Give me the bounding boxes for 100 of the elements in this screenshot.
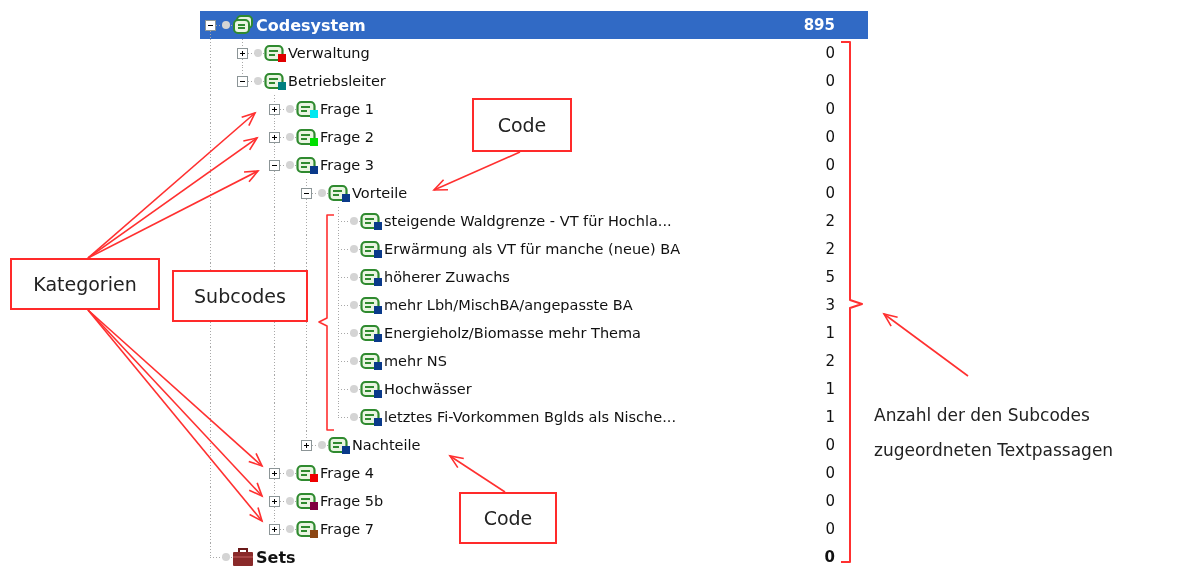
tree-row[interactable]: Frage 3 0 bbox=[264, 151, 868, 179]
node-label: Hochwässer bbox=[384, 381, 472, 397]
node-dot bbox=[254, 77, 262, 85]
node-label: Frage 1 bbox=[320, 101, 375, 117]
code-icon bbox=[360, 267, 382, 287]
node-count: 0 bbox=[825, 492, 835, 510]
node-count: 1 bbox=[825, 380, 835, 398]
expand-toggle[interactable] bbox=[269, 495, 280, 507]
code-icon bbox=[328, 435, 350, 455]
tree-row[interactable]: Erwärmung als VT für manche (neue) BA 2 bbox=[328, 235, 868, 263]
node-label: Erwärmung als VT für manche (neue) BA bbox=[384, 241, 681, 257]
node-dot bbox=[286, 105, 294, 113]
code-icon bbox=[296, 463, 318, 483]
tree-row[interactable]: letztes Fi-Vorkommen Bglds als Nische... 1 bbox=[328, 403, 868, 431]
node-count: 2 bbox=[825, 212, 835, 230]
node-count: 0 bbox=[825, 184, 835, 202]
node-dot bbox=[350, 245, 358, 253]
tree-row[interactable]: Betriebsleiter 0 bbox=[232, 67, 868, 95]
collapse-toggle[interactable] bbox=[269, 159, 280, 171]
expand-toggle[interactable] bbox=[237, 47, 248, 59]
tree-row[interactable]: Sets 0 bbox=[200, 543, 868, 571]
expand-toggle[interactable] bbox=[269, 131, 280, 143]
node-count: 2 bbox=[825, 352, 835, 370]
code-icon bbox=[360, 211, 382, 231]
node-dot bbox=[350, 385, 358, 393]
code-icon bbox=[296, 519, 318, 539]
node-label: Energieholz/Biomasse mehr Thema bbox=[384, 325, 641, 341]
node-dot bbox=[350, 301, 358, 309]
code-icon bbox=[360, 295, 382, 315]
collapse-toggle[interactable] bbox=[301, 187, 312, 199]
tree-row[interactable]: steigende Waldgrenze - VT für Hochla... 2 bbox=[328, 207, 868, 235]
node-count: 0 bbox=[825, 100, 835, 118]
tree-row[interactable]: Codesystem 895 bbox=[200, 11, 868, 39]
code-icon bbox=[360, 323, 382, 343]
tree-row[interactable]: höherer Zuwachs 5 bbox=[328, 263, 868, 291]
node-dot bbox=[286, 133, 294, 141]
expand-toggle[interactable] bbox=[301, 439, 312, 451]
node-label: Nachteile bbox=[352, 437, 421, 453]
code-icon bbox=[296, 155, 318, 175]
node-label: Betriebsleiter bbox=[288, 73, 386, 89]
callout-box: Code bbox=[472, 98, 572, 152]
code-icon bbox=[360, 379, 382, 399]
node-count: 3 bbox=[825, 296, 835, 314]
node-label: Frage 3 bbox=[320, 157, 375, 173]
node-dot bbox=[350, 273, 358, 281]
node-dot bbox=[222, 21, 230, 29]
tree-row[interactable]: Verwaltung 0 bbox=[232, 39, 868, 67]
tree-row[interactable]: Hochwässer 1 bbox=[328, 375, 868, 403]
node-label: Frage 4 bbox=[320, 465, 375, 481]
collapse-toggle[interactable] bbox=[237, 75, 248, 87]
node-count: 1 bbox=[825, 408, 835, 426]
code-icon bbox=[360, 239, 382, 259]
node-count: 0 bbox=[825, 464, 835, 482]
node-label: letztes Fi-Vorkommen Bglds als Nische... bbox=[384, 409, 677, 425]
node-label: mehr NS bbox=[384, 353, 447, 369]
node-label: Frage 5b bbox=[320, 493, 384, 509]
callout-box: Kategorien bbox=[10, 258, 160, 310]
node-count: 0 bbox=[824, 548, 835, 566]
node-dot bbox=[286, 469, 294, 477]
callout-box: Subcodes bbox=[172, 270, 308, 322]
code-icon bbox=[264, 43, 286, 63]
node-dot bbox=[318, 189, 326, 197]
node-dot bbox=[254, 49, 262, 57]
expand-toggle[interactable] bbox=[269, 467, 280, 479]
node-count: 0 bbox=[825, 436, 835, 454]
tree-row[interactable]: mehr NS 2 bbox=[328, 347, 868, 375]
node-count: 2 bbox=[825, 240, 835, 258]
tree-row[interactable]: Frage 4 0 bbox=[264, 459, 868, 487]
node-dot bbox=[286, 161, 294, 169]
expand-toggle[interactable] bbox=[269, 523, 280, 535]
node-dot bbox=[350, 329, 358, 337]
tree-row[interactable]: Nachteile 0 bbox=[296, 431, 868, 459]
node-dot bbox=[286, 497, 294, 505]
node-label: Frage 2 bbox=[320, 129, 375, 145]
node-dot bbox=[286, 525, 294, 533]
tree-row[interactable]: Energieholz/Biomasse mehr Thema 1 bbox=[328, 319, 868, 347]
arrow bbox=[448, 454, 506, 493]
node-count: 0 bbox=[825, 44, 835, 62]
node-count: 0 bbox=[825, 72, 835, 90]
collapse-toggle[interactable] bbox=[205, 19, 216, 31]
tree-row[interactable]: mehr Lbh/MischBA/angepasste BA 3 bbox=[328, 291, 868, 319]
expand-toggle[interactable] bbox=[269, 103, 280, 115]
annotation-text: Anzahl der den Subcodes zugeordneten Textpassagen bbox=[874, 404, 1115, 462]
node-count: 0 bbox=[825, 156, 835, 174]
node-count: 0 bbox=[825, 520, 835, 538]
node-count: 0 bbox=[825, 128, 835, 146]
code-icon bbox=[264, 71, 286, 91]
tree-row[interactable]: Vorteile 0 bbox=[296, 179, 868, 207]
node-count: 895 bbox=[803, 16, 835, 34]
node-count: 5 bbox=[825, 268, 835, 286]
code-icon bbox=[360, 351, 382, 371]
node-dot bbox=[222, 553, 230, 561]
node-label: Codesystem bbox=[256, 15, 366, 35]
code-icon bbox=[360, 407, 382, 427]
node-count: 1 bbox=[825, 324, 835, 342]
node-dot bbox=[350, 413, 358, 421]
code-icon bbox=[328, 183, 350, 203]
code-icon bbox=[296, 127, 318, 147]
node-label: Verwaltung bbox=[288, 45, 370, 61]
node-label: Sets bbox=[256, 547, 296, 567]
